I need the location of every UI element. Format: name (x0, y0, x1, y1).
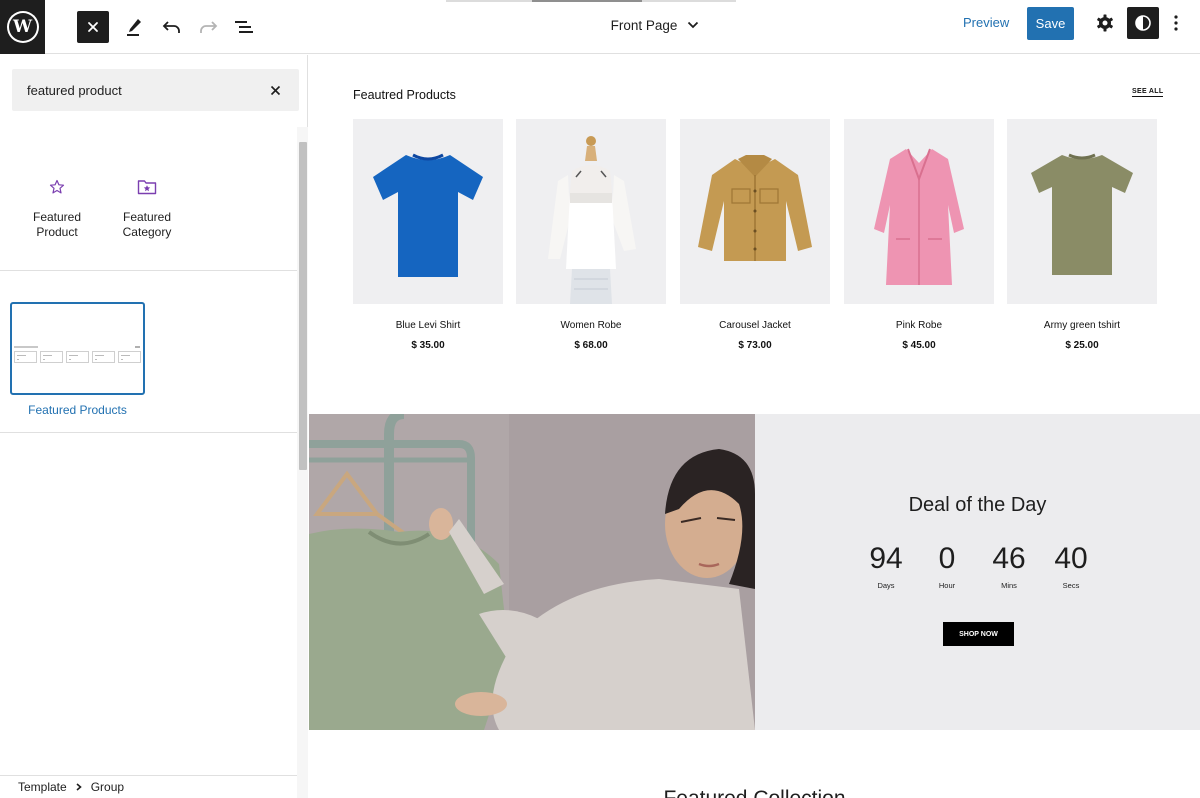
product-name: Women Robe (560, 320, 622, 331)
product-image (1007, 119, 1157, 304)
pencil-icon (127, 19, 141, 36)
pattern-preview-featured-products[interactable] (10, 302, 145, 395)
robe-on-mannequin-image (548, 136, 636, 304)
redo-icon (200, 21, 218, 33)
pattern-label[interactable]: Featured Products (10, 403, 145, 417)
countdown-minutes: 46 Mins (979, 541, 1039, 590)
product-card[interactable]: Women Robe $ 68.00 (516, 119, 666, 351)
product-price: $ 73.00 (738, 340, 772, 351)
countdown-unit: Hour (938, 581, 956, 590)
product-name: Carousel Jacket (719, 320, 791, 331)
countdown-hours: 0 Hour (917, 541, 977, 590)
styles-button[interactable] (1127, 7, 1159, 39)
block-search (12, 69, 299, 111)
clear-search-button[interactable] (265, 80, 285, 100)
product-name: Pink Robe (895, 320, 943, 331)
undo-icon (162, 21, 180, 33)
shop-now-button[interactable]: SHOP NOW (943, 622, 1014, 646)
woman-with-clothes-rack-image (309, 414, 755, 730)
product-price: $ 25.00 (1065, 340, 1099, 351)
block-featured-category[interactable]: Featured Category (107, 173, 187, 251)
deal-title: Deal of the Day (908, 494, 1047, 516)
document-title-dropdown[interactable]: Front Page (560, 14, 750, 36)
divider (0, 270, 297, 271)
pattern-preview-card (92, 351, 115, 363)
see-all-link[interactable]: SEE ALL (1132, 88, 1164, 97)
chevron-down-icon (688, 21, 699, 29)
deal-photo (309, 414, 755, 730)
countdown-value: 46 (992, 542, 1026, 575)
block-breadcrumb: Template Group (0, 775, 297, 798)
more-vertical-icon (1174, 15, 1178, 31)
jacket-image (698, 155, 812, 261)
star-icon (49, 173, 65, 201)
undo-button[interactable] (156, 11, 188, 43)
close-icon (270, 85, 280, 95)
wordpress-logo-icon[interactable]: W (0, 0, 45, 54)
block-inserter-panel: Featured Product Featured Category Featu… (0, 55, 308, 798)
pink-coat-image (874, 148, 964, 285)
settings-button[interactable] (1093, 11, 1117, 35)
product-name: Army green tshirt (1043, 320, 1121, 331)
countdown-days: 94 Days (856, 541, 916, 590)
panel-scrollbar-thumb[interactable] (299, 142, 307, 470)
pattern-preview-title (14, 346, 38, 348)
countdown-unit: Mins (1001, 581, 1017, 590)
product-image (353, 119, 503, 304)
folder-star-icon (137, 173, 157, 201)
edit-tools-button[interactable] (119, 11, 151, 43)
tshirt-image (373, 153, 483, 277)
countdown-unit: Secs (1062, 581, 1080, 590)
redo-button[interactable] (192, 11, 224, 43)
contrast-icon (1135, 15, 1151, 31)
list-view-icon (235, 21, 253, 33)
countdown-seconds: 40 Secs (1041, 541, 1101, 590)
editor-canvas[interactable]: Feautred Products SEE ALL Blue Levi Shir… (309, 55, 1200, 798)
block-label: Featured Category (122, 210, 172, 239)
tshirt-image (1031, 153, 1133, 275)
close-inserter-button[interactable] (77, 11, 109, 43)
product-image (516, 119, 666, 304)
options-button[interactable] (1166, 11, 1186, 35)
product-card[interactable]: Carousel Jacket $ 73.00 (680, 119, 830, 351)
block-featured-product[interactable]: Featured Product (17, 173, 97, 251)
save-button[interactable]: Save (1027, 7, 1074, 40)
product-card[interactable]: Army green tshirt $ 25.00 (1007, 119, 1157, 351)
close-icon (88, 22, 98, 32)
countdown-value: 0 (938, 542, 956, 575)
block-label: Featured Product (32, 210, 82, 239)
pattern-preview-card (14, 351, 37, 363)
preview-button[interactable]: Preview (963, 15, 1009, 35)
featured-collection-heading[interactable]: Featured Collection (309, 787, 1200, 798)
product-card[interactable]: Pink Robe $ 45.00 (844, 119, 994, 351)
pattern-preview-card (40, 351, 63, 363)
breadcrumb-item-group[interactable]: Group (91, 780, 124, 794)
top-progress-mark (446, 0, 736, 2)
pattern-preview-card (66, 351, 89, 363)
product-card[interactable]: Blue Levi Shirt $ 35.00 (353, 119, 503, 351)
product-price: $ 45.00 (902, 340, 936, 351)
deal-of-the-day-section[interactable]: Deal of the Day 94 Days 0 Hour 46 Mins 4… (309, 414, 1200, 730)
product-name: Blue Levi Shirt (395, 320, 461, 331)
breadcrumb-item-template[interactable]: Template (18, 780, 67, 794)
pattern-preview-link (135, 346, 140, 348)
list-view-button[interactable] (228, 11, 260, 43)
product-image (844, 119, 994, 304)
product-image (680, 119, 830, 304)
featured-products-heading[interactable]: Feautred Products (353, 88, 456, 102)
product-price: $ 35.00 (411, 340, 445, 351)
countdown-value: 40 (1054, 542, 1088, 575)
editor-header: W Front Page Preview Save (0, 0, 1200, 54)
block-search-input[interactable] (12, 69, 252, 111)
divider (0, 432, 297, 433)
gear-icon (1097, 14, 1113, 32)
countdown-unit: Days (877, 581, 895, 590)
document-title: Front Page (610, 17, 678, 33)
chevron-right-icon (76, 783, 82, 791)
countdown-value: 94 (869, 542, 903, 575)
product-price: $ 68.00 (574, 340, 608, 351)
pattern-preview-card (118, 351, 141, 363)
